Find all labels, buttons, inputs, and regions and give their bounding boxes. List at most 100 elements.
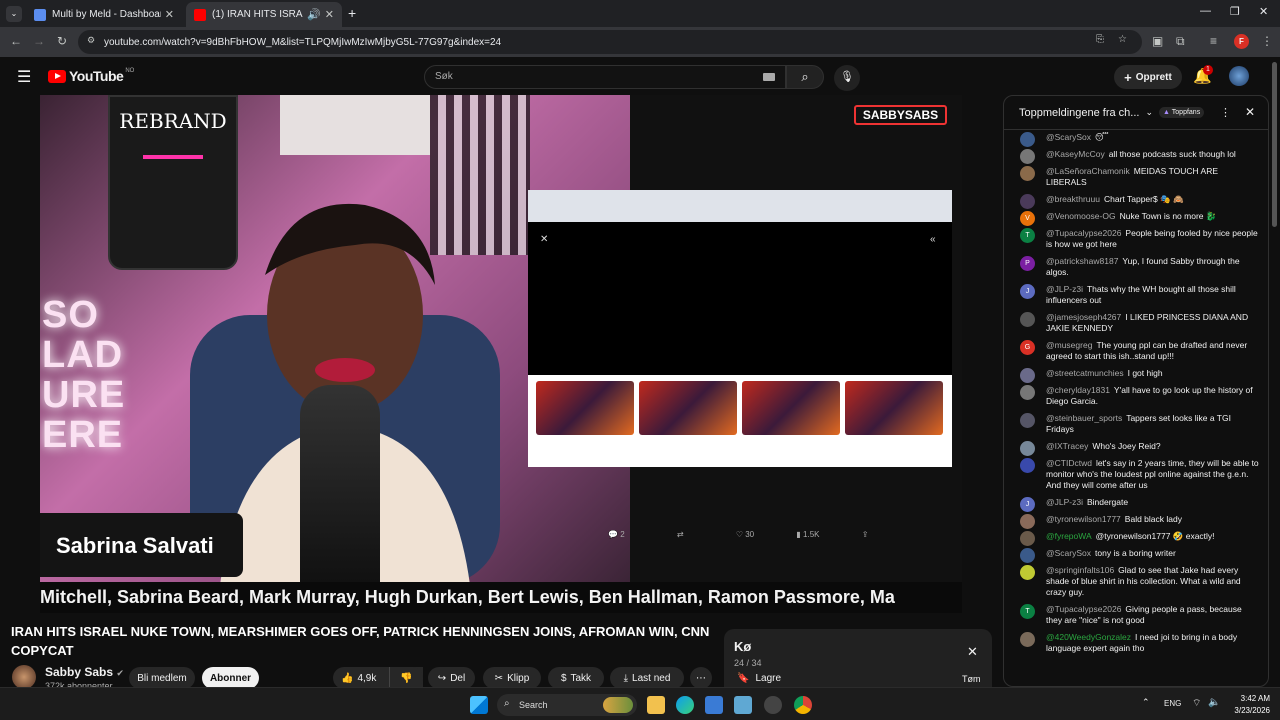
chat-author-avatar[interactable] <box>1020 458 1035 473</box>
chat-author-avatar[interactable] <box>1020 441 1035 456</box>
share-button[interactable]: ↪ Del <box>428 667 475 689</box>
chrome-icon[interactable] <box>794 696 812 714</box>
chat-author-name[interactable]: @streetcatmunchies <box>1046 368 1124 378</box>
extension-icon[interactable]: ▣ <box>1152 34 1163 48</box>
chat-author-name[interactable]: @420WeedyGonzalez <box>1046 632 1131 642</box>
chat-author-name[interactable]: @JLP-z3i <box>1046 497 1083 507</box>
youtube-logo[interactable]: YouTube NO <box>48 68 134 84</box>
chat-author-avatar[interactable]: T <box>1020 604 1035 619</box>
chat-scrollbar[interactable] <box>1272 62 1277 227</box>
thanks-button[interactable]: $ Takk <box>548 667 604 689</box>
create-button[interactable]: + Opprett <box>1114 65 1182 89</box>
chat-author-name[interactable]: @breakthruuu <box>1046 194 1100 204</box>
window-close-icon[interactable]: ✕ <box>1259 5 1268 18</box>
chevron-down-icon[interactable]: ⌄ <box>1145 107 1153 118</box>
reload-icon[interactable]: ↻ <box>57 34 67 48</box>
tab-youtube-video[interactable]: (1) IRAN HITS ISRAEL NUKE 🔊 ✕ <box>186 2 342 27</box>
chat-author-avatar[interactable] <box>1020 312 1035 327</box>
chat-message[interactable]: G @musegreg The young ppl can be drafted a… <box>1004 338 1268 366</box>
chat-author-avatar[interactable] <box>1020 132 1035 147</box>
chat-author-avatar[interactable] <box>1020 514 1035 529</box>
chat-message[interactable]: @ScarySox tony is a boring writer <box>1004 546 1268 563</box>
app-tool-icon[interactable] <box>734 696 752 714</box>
chat-author-avatar[interactable] <box>1020 632 1035 647</box>
chat-author-name[interactable]: @Tupacalypse2026 <box>1046 228 1121 238</box>
chat-author-name[interactable]: @KaseyMcCoy <box>1046 149 1105 159</box>
clip-button[interactable]: ✂ Klipp <box>483 667 541 689</box>
chat-message[interactable]: @420WeedyGonzalez I need joi to bring in … <box>1004 630 1268 658</box>
chat-author-avatar[interactable] <box>1020 548 1035 563</box>
tab-multi-dashboard[interactable]: Multi by Meld - Dashboard. ✕ <box>26 2 182 27</box>
menu-kebab-icon[interactable]: ⋮ <box>1261 34 1273 48</box>
chat-author-name[interactable]: @fyrepoWA <box>1046 531 1092 541</box>
dislike-button[interactable]: 👎 <box>389 667 423 689</box>
app-gear-icon[interactable] <box>764 696 782 714</box>
windows-start-icon[interactable] <box>470 696 488 714</box>
hamburger-menu-icon[interactable]: ☰ <box>17 67 31 87</box>
tray-chevron-up-icon[interactable]: ⌃ <box>1142 697 1150 708</box>
save-queue-button[interactable]: 🔖 Lagre <box>737 673 781 684</box>
site-info-icon[interactable]: ⚙ <box>87 35 95 46</box>
chat-author-name[interactable]: @jamesjoseph4267 <box>1046 312 1121 322</box>
profile-avatar[interactable]: F <box>1234 34 1249 49</box>
account-avatar[interactable] <box>1229 66 1249 86</box>
channel-name[interactable]: Sabby Sabs ✔ <box>45 665 124 679</box>
chat-author-name[interactable]: @LaSeñoraChamonik <box>1046 166 1130 176</box>
bookmark-star-icon[interactable]: ☆ <box>1118 34 1127 45</box>
media-control-icon[interactable]: ≡ <box>1210 34 1217 48</box>
clear-queue-button[interactable]: Tøm <box>962 674 981 684</box>
chat-author-avatar[interactable]: J <box>1020 284 1035 299</box>
chat-author-avatar[interactable]: J <box>1020 497 1035 512</box>
join-button[interactable]: Bli medlem <box>129 667 195 689</box>
voice-search-button[interactable]: 🎙 <box>834 65 860 91</box>
chat-message[interactable]: @tyronewilson1777 Bald black lady <box>1004 512 1268 529</box>
chat-author-name[interactable]: @Tupacalypse2026 <box>1046 604 1121 614</box>
search-input[interactable]: Søk <box>424 65 786 89</box>
chat-author-name[interactable]: @ScarySox <box>1046 132 1091 142</box>
chat-author-name[interactable]: @steinbauer_sports <box>1046 413 1122 423</box>
taskbar-search[interactable]: ⌕ Search <box>497 694 637 716</box>
subscribe-button[interactable]: Abonner <box>202 667 259 689</box>
chat-author-name[interactable]: @patrickshaw8187 <box>1046 256 1118 266</box>
chat-message[interactable]: P @patrickshaw8187 Yup, I found Sabby thro… <box>1004 254 1268 282</box>
chat-author-avatar[interactable] <box>1020 368 1035 383</box>
chat-menu-kebab-icon[interactable]: ⋮ <box>1220 106 1231 119</box>
chat-message[interactable]: @CTIDctwd let's say in 2 years time, they… <box>1004 456 1268 495</box>
close-icon[interactable]: ✕ <box>165 8 174 21</box>
search-button[interactable]: ⌕ <box>786 65 824 89</box>
chat-message[interactable]: @LaSeñoraChamonik MEIDAS TOUCH ARE LIBERA… <box>1004 164 1268 192</box>
restore-icon[interactable]: ❐ <box>1230 5 1240 18</box>
install-app-icon[interactable]: ⎘ <box>1096 34 1104 45</box>
video-player[interactable]: REBRAND SO LAD URE ERE Sabrina Salvati S… <box>40 95 962 613</box>
volume-icon[interactable]: 🔈 <box>1208 697 1220 708</box>
chat-author-name[interactable]: @JLP-z3i <box>1046 284 1083 294</box>
wifi-icon[interactable]: ⌔ <box>1192 697 1201 710</box>
chat-author-avatar[interactable] <box>1020 531 1035 546</box>
chat-mode-title[interactable]: Toppmeldingene fra ch... <box>1019 107 1139 119</box>
file-explorer-icon[interactable] <box>647 696 665 714</box>
chat-author-avatar[interactable] <box>1020 166 1035 181</box>
chat-author-name[interactable]: @CTIDctwd <box>1046 458 1092 468</box>
forward-icon[interactable]: → <box>33 34 45 48</box>
chat-message[interactable]: @cherylday1831 Y'all have to go look up t… <box>1004 383 1268 411</box>
close-queue-icon[interactable]: ✕ <box>967 644 978 660</box>
download-button[interactable]: ⤓ Last ned <box>610 667 684 689</box>
chat-author-avatar[interactable] <box>1020 413 1035 428</box>
extensions-puzzle-icon[interactable]: ⧉ <box>1176 34 1185 49</box>
language-indicator[interactable]: ENG <box>1164 699 1181 708</box>
chat-message[interactable]: @springinfalts106 Glad to see that Jake h… <box>1004 563 1268 602</box>
chat-message[interactable]: J @JLP-z3i Bindergate <box>1004 495 1268 512</box>
top-fans-badge[interactable]: ▲ Toppfans <box>1159 107 1205 118</box>
chat-author-name[interactable]: @cherylday1831 <box>1046 385 1110 395</box>
chat-message[interactable]: @breakthruuu Chart Tapper$ 🎭 🙈 <box>1004 192 1268 209</box>
chat-author-name[interactable]: @tyronewilson1777 <box>1046 514 1121 524</box>
chat-author-name[interactable]: @Venomoose-OG <box>1046 211 1116 221</box>
chat-author-avatar[interactable] <box>1020 149 1035 164</box>
chat-author-avatar[interactable]: V <box>1020 211 1035 226</box>
chat-author-avatar[interactable] <box>1020 385 1035 400</box>
back-icon[interactable]: ← <box>10 34 22 48</box>
chat-message[interactable]: @jamesjoseph4267 I LIKED PRINCESS DIANA A… <box>1004 310 1268 338</box>
close-chat-icon[interactable]: ✕ <box>1245 105 1255 119</box>
chat-message[interactable]: @fyrepoWA @tyronewilson1777 🤣 exactly! <box>1004 529 1268 546</box>
minimize-icon[interactable]: — <box>1200 5 1211 17</box>
